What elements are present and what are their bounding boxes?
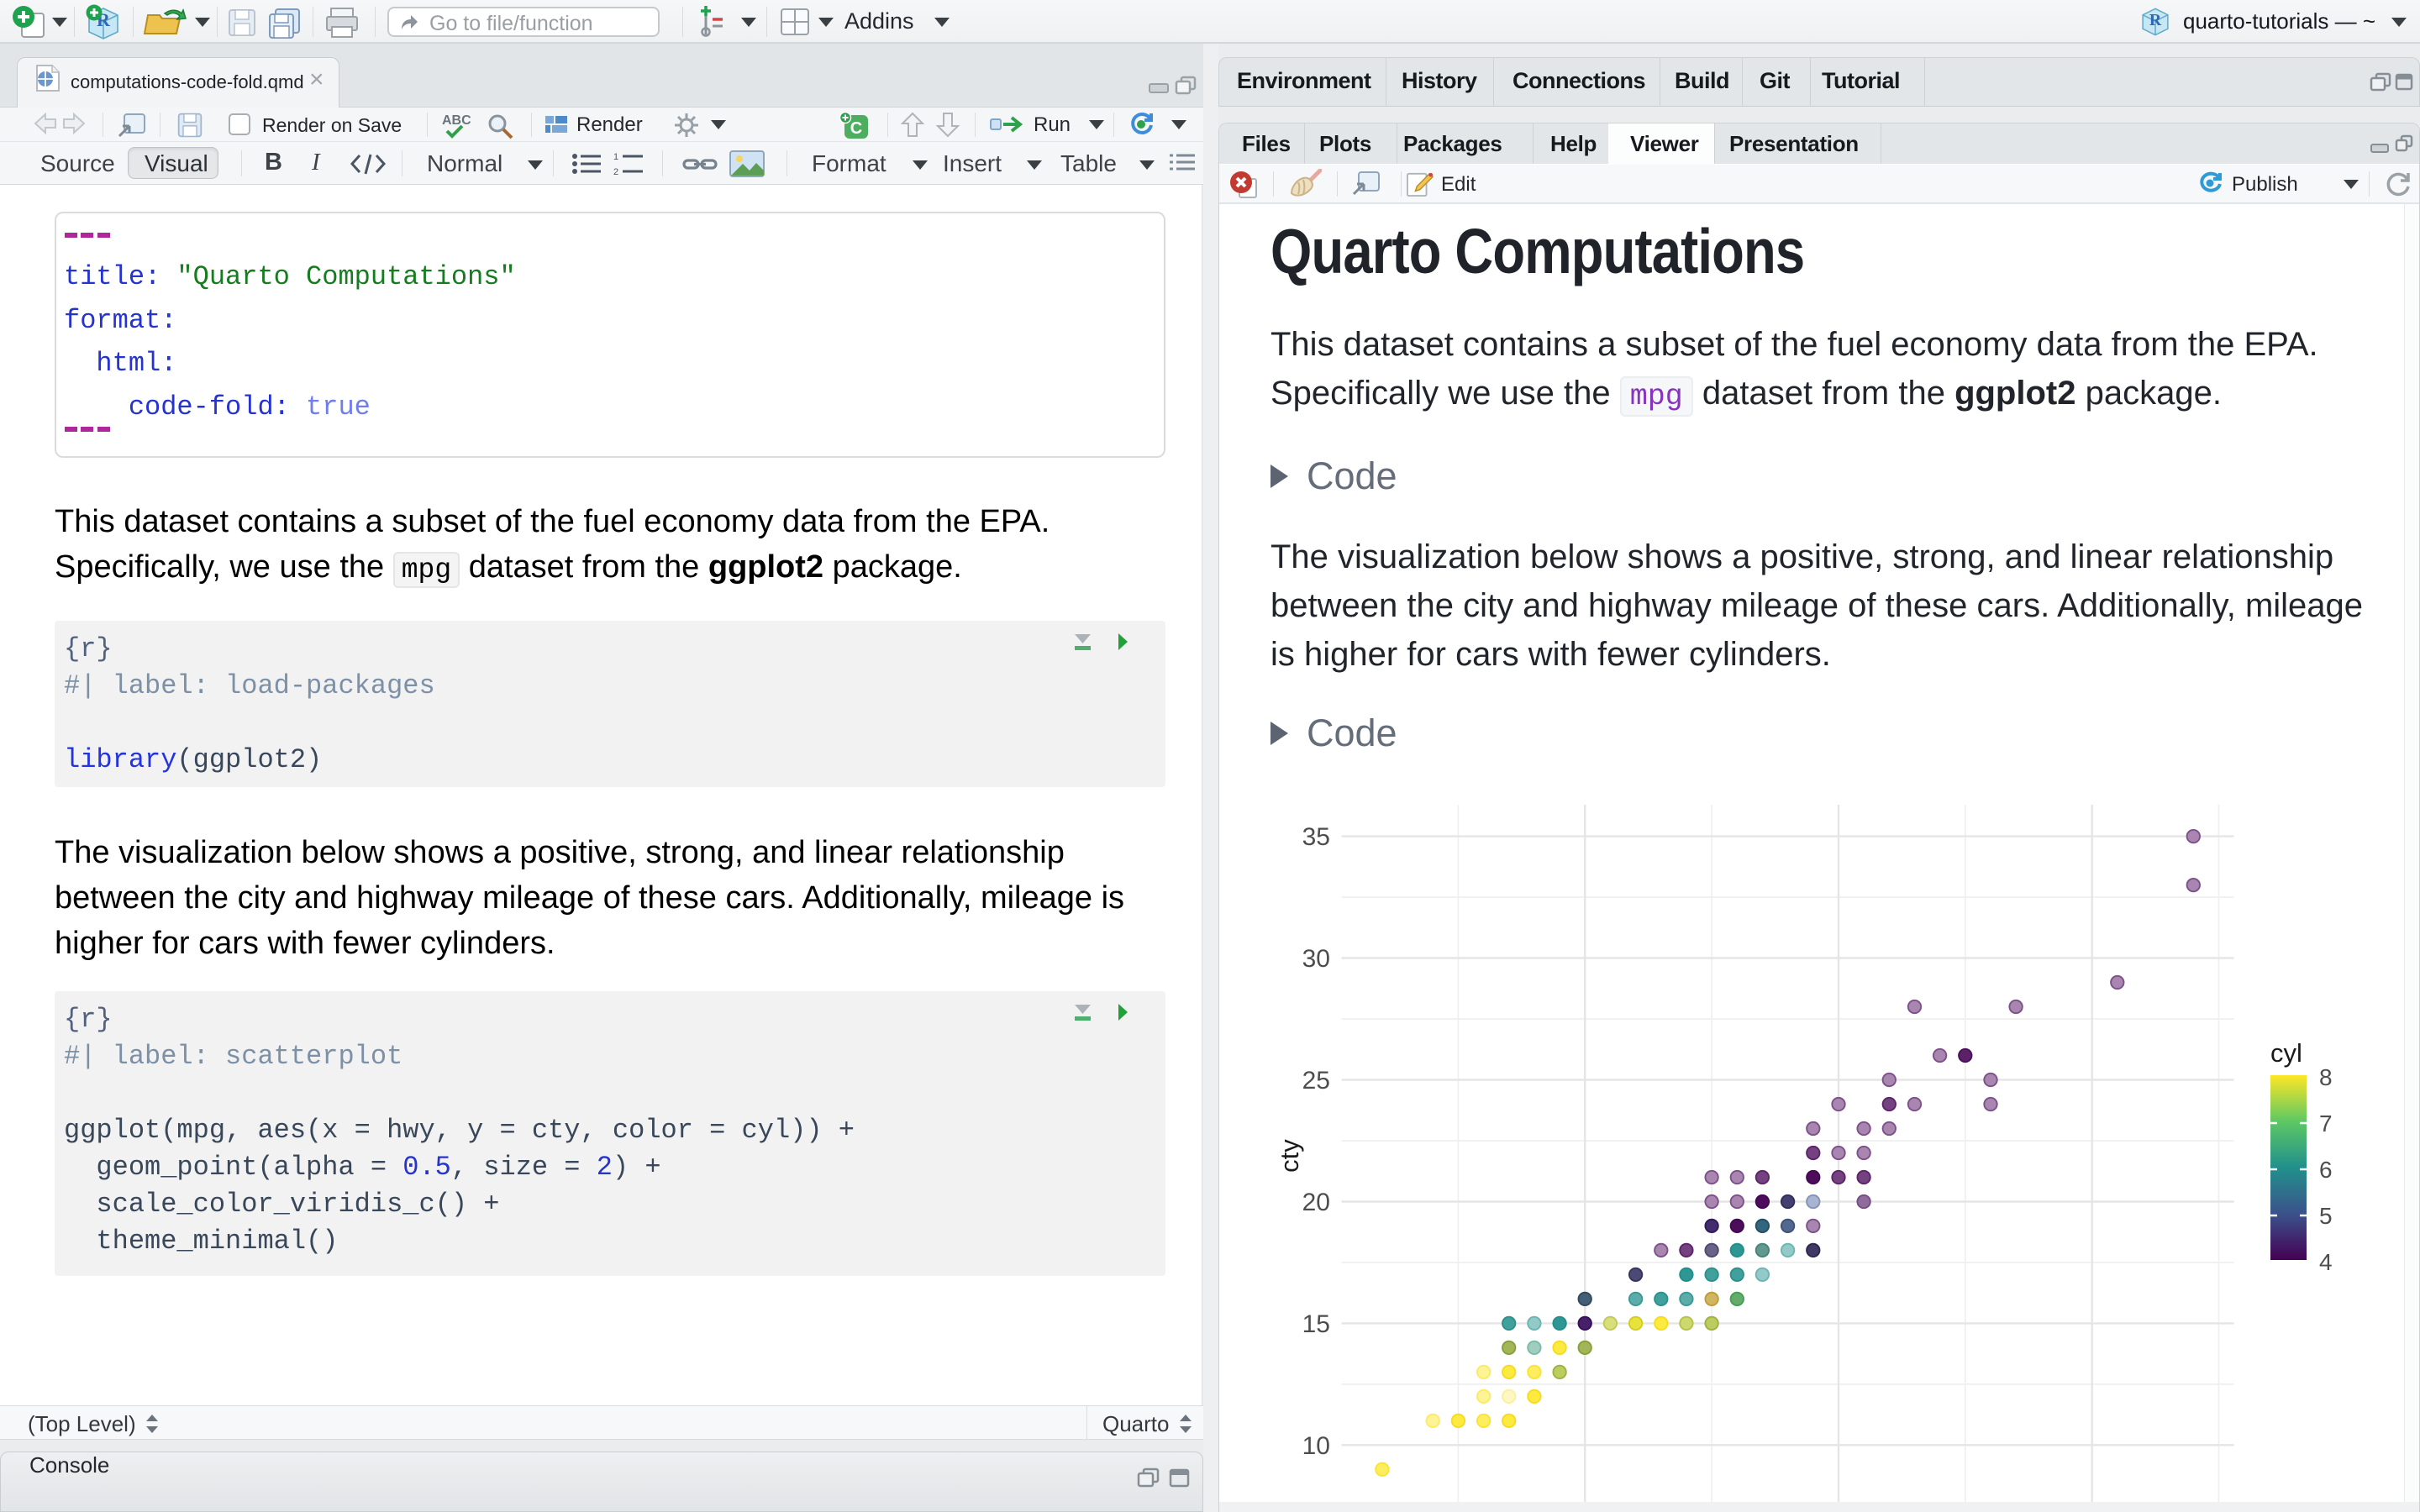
svg-text:cyl: cyl — [2270, 1038, 2302, 1068]
svg-text:2: 2 — [613, 167, 618, 176]
svg-text:R: R — [2149, 11, 2162, 29]
svg-text:30: 30 — [1302, 945, 1330, 973]
svg-text:7: 7 — [2319, 1110, 2333, 1137]
svg-text:5: 5 — [2319, 1203, 2333, 1229]
svg-text:25: 25 — [1302, 1067, 1330, 1095]
svg-text:20: 20 — [1302, 1189, 1330, 1216]
svg-text:15: 15 — [1302, 1310, 1330, 1338]
svg-text:35: 35 — [1302, 823, 1330, 851]
svg-text:cty: cty — [1275, 1139, 1304, 1173]
svg-text:C: C — [850, 119, 862, 138]
svg-text:10: 10 — [1302, 1432, 1330, 1460]
svg-text:1: 1 — [613, 152, 618, 162]
svg-text:6: 6 — [2319, 1157, 2333, 1183]
svg-text:ABC: ABC — [442, 113, 471, 128]
svg-text:4: 4 — [2319, 1249, 2333, 1275]
svg-text:8: 8 — [2319, 1064, 2333, 1090]
